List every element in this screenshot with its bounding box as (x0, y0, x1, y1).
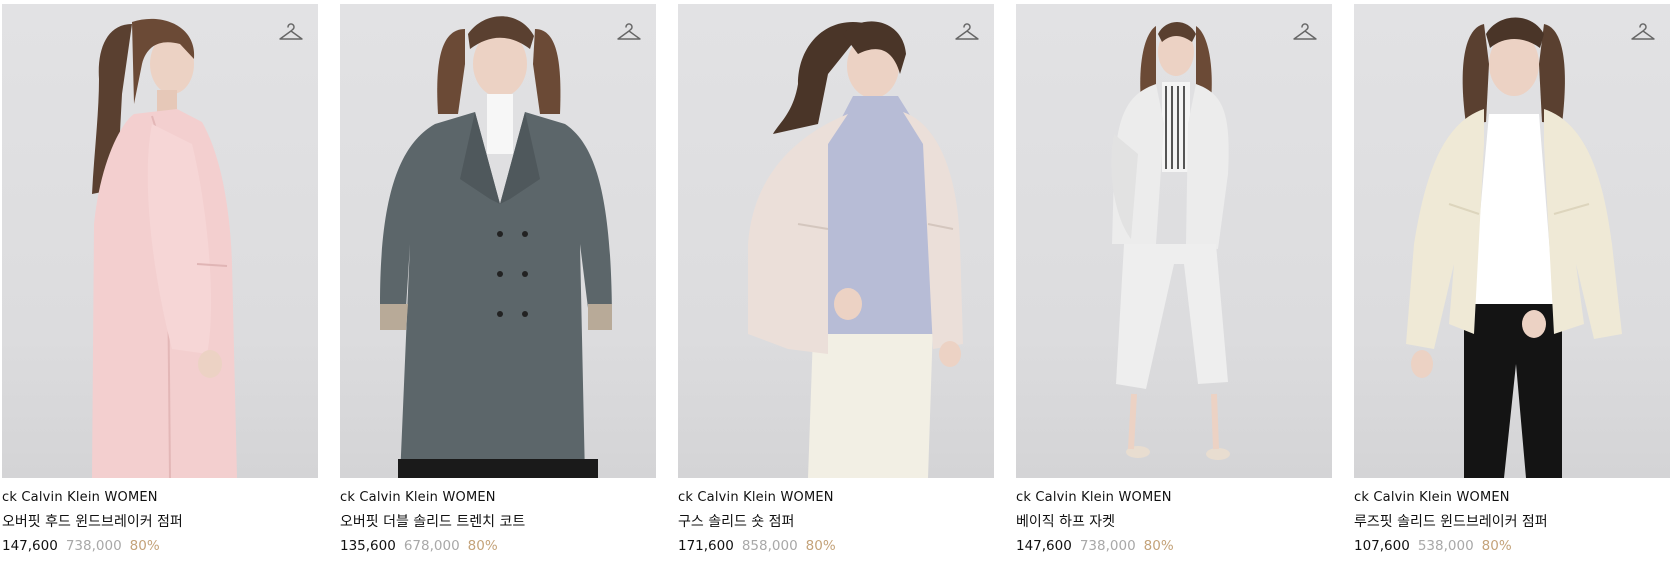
model-photo (92, 18, 237, 478)
original-price: 858,000 (741, 538, 798, 554)
hanger-icon[interactable] (954, 20, 980, 46)
discount-rate: 80% (1143, 538, 1174, 554)
product-card[interactable]: ck Calvin Klein WOMEN 구스 솔리드 숏 점퍼 171,60… (678, 4, 994, 556)
brand-name[interactable]: ck Calvin Klein WOMEN (2, 489, 318, 507)
product-name[interactable]: 구스 솔리드 숏 점퍼 (678, 513, 994, 532)
model-photo (380, 16, 612, 478)
model-photo (748, 21, 963, 478)
sale-price: 107,600 (1354, 538, 1410, 554)
brand-name[interactable]: ck Calvin Klein WOMEN (1016, 489, 1332, 507)
model-photo (1406, 17, 1622, 478)
product-name[interactable]: 오버핏 더블 솔리드 트렌치 코트 (340, 513, 656, 532)
product-image[interactable] (1016, 4, 1332, 478)
hanger-icon[interactable] (616, 20, 642, 46)
price-row: 171,600 858,000 80% (678, 537, 994, 556)
sale-price: 171,600 (678, 538, 734, 554)
product-image[interactable] (678, 4, 994, 478)
discount-rate: 80% (467, 538, 498, 554)
price-row: 107,600 538,000 80% (1354, 537, 1670, 556)
original-price: 678,000 (403, 538, 460, 554)
price-row: 147,600 738,000 80% (1016, 537, 1332, 556)
sale-price: 147,600 (1016, 538, 1072, 554)
brand-name[interactable]: ck Calvin Klein WOMEN (1354, 489, 1670, 507)
model-photo (1111, 22, 1230, 460)
hanger-icon[interactable] (1630, 20, 1656, 46)
product-card[interactable]: ck Calvin Klein WOMEN 오버핏 더블 솔리드 트렌치 코트 … (340, 4, 656, 556)
discount-rate: 80% (129, 538, 160, 554)
price-row: 135,600 678,000 80% (340, 537, 656, 556)
product-image[interactable] (1354, 4, 1670, 478)
original-price: 738,000 (65, 538, 122, 554)
discount-rate: 80% (1481, 538, 1512, 554)
brand-name[interactable]: ck Calvin Klein WOMEN (340, 489, 656, 507)
product-card[interactable]: ck Calvin Klein WOMEN 오버핏 후드 윈드브레이커 점퍼 1… (2, 4, 318, 556)
product-name[interactable]: 루즈핏 솔리드 윈드브레이커 점퍼 (1354, 513, 1670, 532)
product-name[interactable]: 베이직 하프 자켓 (1016, 513, 1332, 532)
product-image[interactable] (340, 4, 656, 478)
sale-price: 147,600 (2, 538, 58, 554)
product-grid: ck Calvin Klein WOMEN 오버핏 후드 윈드브레이커 점퍼 1… (2, 4, 1670, 556)
product-card[interactable]: ck Calvin Klein WOMEN 베이직 하프 자켓 147,600 7… (1016, 4, 1332, 556)
product-card[interactable]: ck Calvin Klein WOMEN 루즈핏 솔리드 윈드브레이커 점퍼 … (1354, 4, 1670, 556)
sale-price: 135,600 (340, 538, 396, 554)
brand-name[interactable]: ck Calvin Klein WOMEN (678, 489, 994, 507)
hanger-icon[interactable] (1292, 20, 1318, 46)
product-name[interactable]: 오버핏 후드 윈드브레이커 점퍼 (2, 513, 318, 532)
original-price: 538,000 (1417, 538, 1474, 554)
product-image[interactable] (2, 4, 318, 478)
price-row: 147,600 738,000 80% (2, 537, 318, 556)
original-price: 738,000 (1079, 538, 1136, 554)
discount-rate: 80% (805, 538, 836, 554)
hanger-icon[interactable] (278, 20, 304, 46)
